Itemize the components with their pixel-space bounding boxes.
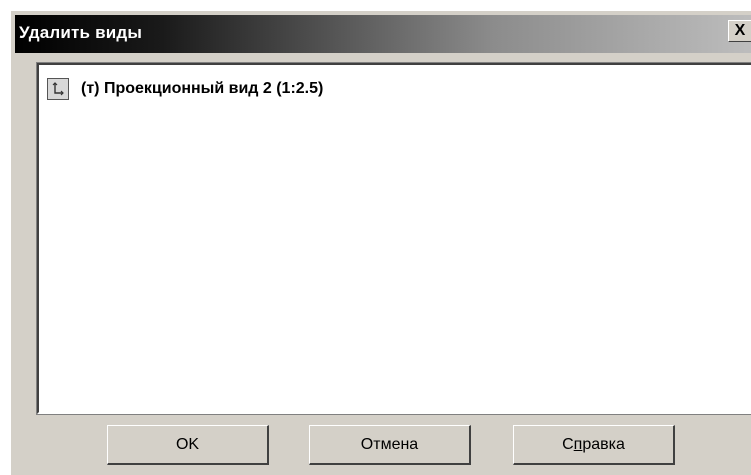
ok-button[interactable]: OK — [107, 425, 269, 465]
dialog-title: Удалить виды — [19, 23, 143, 42]
cancel-button-label: Отмена — [360, 435, 419, 453]
list-item[interactable]: (т) Проекционный вид 2 (1:2.5) — [47, 77, 323, 101]
projection-view-icon — [47, 78, 69, 100]
delete-views-dialog: Удалить виды X (т) Проекционный вид 2 (1… — [10, 10, 751, 475]
title-bar[interactable]: Удалить виды X — [15, 15, 751, 53]
help-label-suffix: равка — [582, 435, 625, 453]
list-item-label: (т) Проекционный вид 2 (1:2.5) — [81, 80, 324, 97]
ok-button-label: OK — [175, 435, 200, 453]
help-button-label: Справка — [562, 436, 625, 454]
close-icon: X — [734, 22, 746, 39]
close-button[interactable]: X — [728, 20, 751, 42]
help-label-prefix: С — [562, 435, 574, 453]
cancel-button[interactable]: Отмена — [309, 425, 471, 465]
views-listbox[interactable]: (т) Проекционный вид 2 (1:2.5) — [36, 62, 751, 415]
help-button[interactable]: Справка — [513, 425, 675, 465]
